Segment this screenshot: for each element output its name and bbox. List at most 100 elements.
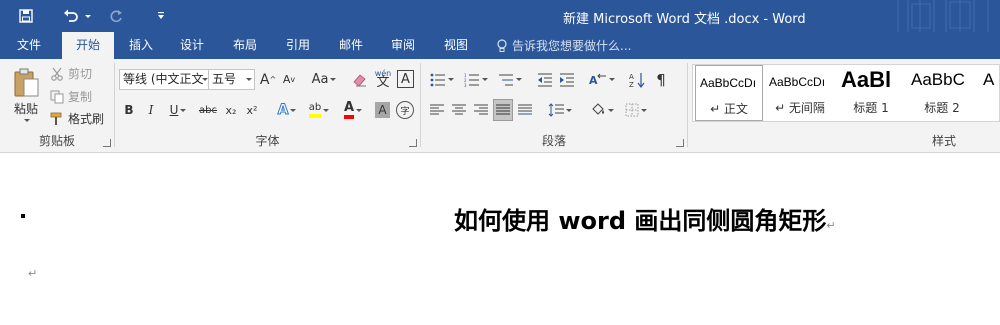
numbering-button[interactable]: 1 2 3	[461, 69, 491, 90]
font-launcher-icon[interactable]	[409, 139, 417, 147]
font-color-icon: A	[343, 101, 355, 119]
multilevel-list-button[interactable]	[495, 69, 525, 90]
decrease-indent-button[interactable]	[535, 69, 555, 90]
align-right-button[interactable]	[471, 100, 491, 120]
numbered-list-icon: 1 2 3	[464, 73, 479, 87]
chevron-down-icon	[323, 108, 330, 112]
clear-formatting-button[interactable]	[351, 69, 369, 90]
copy-button[interactable]: 复制	[50, 88, 92, 105]
tab-insert[interactable]: 插入	[121, 32, 161, 59]
chevron-down-icon	[246, 78, 252, 81]
text-effects-icon: A	[277, 102, 289, 119]
font-size-combo[interactable]: 五号	[208, 69, 255, 90]
tell-me-placeholder: 告诉我您想要做什么...	[512, 39, 632, 53]
chevron-down-icon	[609, 78, 615, 81]
clipboard-group-label: 剪贴板	[38, 134, 75, 148]
superscript-button[interactable]: x²	[243, 100, 261, 120]
increase-indent-button[interactable]	[557, 69, 577, 90]
tab-design[interactable]: 设计	[172, 32, 212, 59]
save-button[interactable]	[16, 0, 36, 32]
chevron-down-icon	[482, 78, 488, 81]
grow-font-button[interactable]: A ^	[260, 69, 276, 90]
highlight-button[interactable]: ab	[304, 99, 334, 121]
justify-button[interactable]	[493, 99, 513, 121]
font-group-label: 字体	[255, 134, 280, 148]
bullets-button[interactable]	[427, 69, 457, 90]
eraser-icon	[353, 73, 366, 87]
chevron-down-icon	[330, 78, 337, 81]
align-left-button[interactable]	[427, 100, 447, 120]
show-hide-marks-button[interactable]: ¶	[651, 69, 671, 90]
chevron-down-icon	[516, 78, 522, 81]
paste-button[interactable]: 粘贴	[8, 63, 44, 127]
chevron-down-icon	[356, 108, 363, 112]
cut-button[interactable]: 剪切	[50, 65, 92, 82]
tab-mailings[interactable]: 邮件	[331, 32, 371, 59]
tab-file[interactable]: 文件	[9, 32, 49, 59]
svg-text:Z: Z	[629, 81, 634, 88]
svg-text:A: A	[589, 74, 598, 87]
tab-layout[interactable]: 布局	[225, 32, 265, 59]
undo-dropdown[interactable]	[84, 0, 92, 32]
svg-text:A: A	[629, 73, 634, 81]
borders-button[interactable]	[621, 100, 651, 120]
character-border-icon: A	[401, 71, 410, 87]
clipboard-launcher-icon[interactable]	[103, 139, 111, 147]
tab-references[interactable]: 引用	[278, 32, 318, 59]
chevron-down-icon	[24, 119, 30, 122]
asian-layout-button[interactable]: A	[587, 69, 617, 90]
copy-icon	[50, 90, 64, 103]
title-decoration	[890, 0, 1000, 32]
shrink-font-icon: A	[282, 73, 291, 86]
tell-me-search[interactable]: 告诉我您想要做什么...	[496, 32, 631, 59]
line-spacing-button[interactable]	[545, 100, 575, 120]
sort-button[interactable]: A Z	[627, 69, 647, 90]
character-shading-button[interactable]: A	[375, 102, 390, 118]
chevron-down-icon	[448, 78, 454, 81]
document-heading[interactable]: 如何使用 word 画出同侧圆角矩形↵	[454, 201, 836, 236]
italic-button[interactable]: I	[143, 100, 159, 120]
bold-button[interactable]: B	[121, 100, 137, 120]
shrink-font-button[interactable]: Av	[281, 69, 297, 90]
text-effects-button[interactable]: A	[273, 100, 301, 120]
distributed-button[interactable]	[515, 100, 535, 120]
font-name-combo[interactable]: 等线 (中文正文	[119, 69, 211, 90]
tab-view[interactable]: 视图	[436, 32, 476, 59]
italic-icon: I	[148, 103, 154, 117]
strikethrough-button[interactable]: abc	[197, 100, 219, 120]
paint-bucket-icon	[592, 103, 604, 115]
font-group: 等线 (中文正文 五号 A ^ Av Aa wén 文 A B I U abc …	[115, 59, 420, 152]
character-shading-icon: A	[378, 103, 387, 117]
asian-layout-icon: A	[589, 73, 606, 87]
change-case-icon: Aa	[311, 72, 329, 87]
title-bar: 新建 Microsoft Word 文档 .docx - Word	[0, 0, 1000, 32]
document-canvas[interactable]: 如何使用 word 画出同侧圆角矩形↵ ↵	[0, 153, 1000, 325]
paragraph-shading-button[interactable]	[587, 100, 617, 120]
underline-icon: U	[169, 103, 179, 117]
tab-home[interactable]: 开始	[62, 32, 114, 59]
scissors-icon	[51, 67, 63, 81]
tab-review[interactable]: 审阅	[383, 32, 423, 59]
format-painter-label: 格式刷	[68, 112, 105, 126]
ribbon-home: 粘贴 剪切 复制 格式刷 剪贴板 等线 (中文正文 五号 A ^ A v Aa …	[0, 59, 1000, 153]
character-border-button[interactable]: A	[397, 70, 414, 88]
redo-button[interactable]	[106, 0, 126, 32]
formatting-mark	[21, 214, 25, 218]
customize-qat-button[interactable]	[154, 0, 168, 32]
grow-font-icon: A	[259, 71, 270, 88]
subscript-button[interactable]: x₂	[222, 100, 240, 120]
font-color-button[interactable]: A	[339, 99, 367, 121]
increase-indent-icon	[560, 73, 574, 86]
heading-text: 如何使用 word 画出同侧圆角矩形	[454, 207, 827, 235]
empty-paragraph-mark[interactable]: ↵	[28, 267, 37, 280]
paragraph-launcher-icon[interactable]	[676, 139, 684, 147]
superscript-icon: x²	[246, 103, 258, 117]
change-case-button[interactable]: Aa	[310, 69, 338, 90]
chevron-down-icon	[85, 14, 91, 18]
enclose-characters-button[interactable]: 字	[396, 101, 414, 119]
format-painter-button[interactable]: 格式刷	[50, 110, 104, 127]
align-center-button[interactable]	[449, 100, 469, 120]
underline-button[interactable]: U	[165, 100, 191, 120]
phonetic-guide-button[interactable]: wén 文	[374, 66, 392, 90]
undo-button[interactable]	[60, 0, 82, 32]
